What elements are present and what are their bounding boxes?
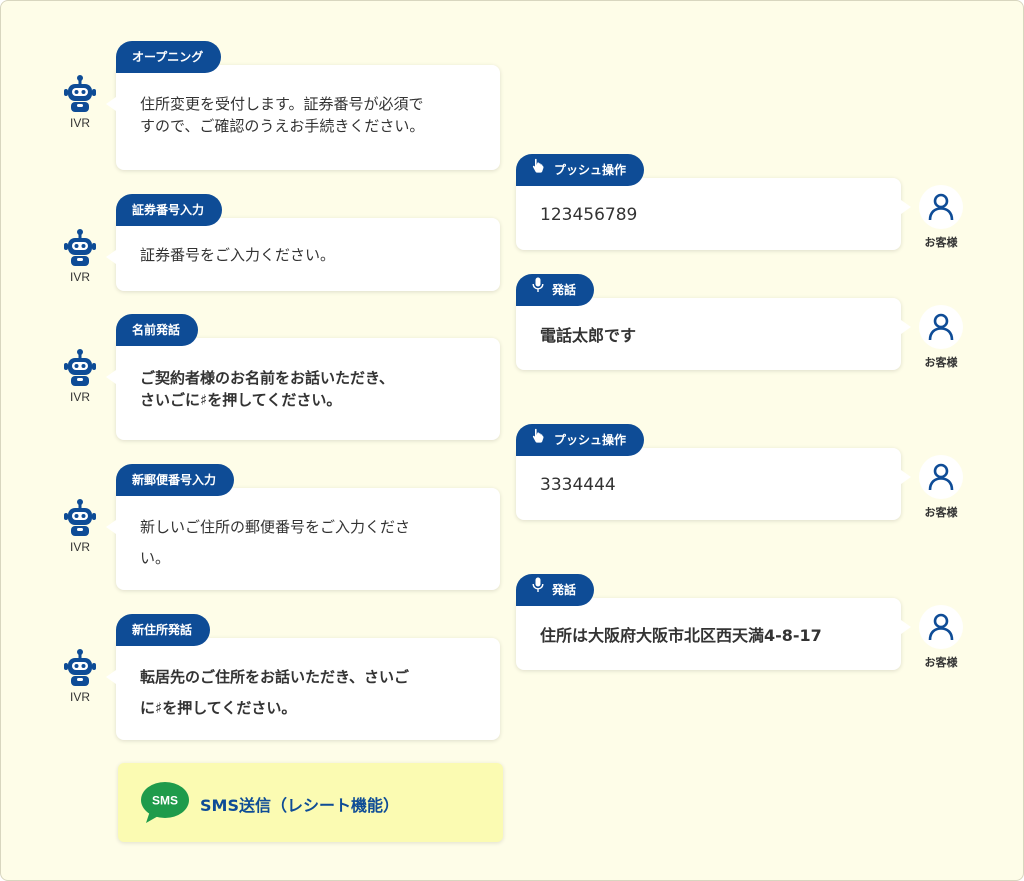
customer-label: お客様 [924, 506, 958, 519]
ivr-message-bubble: 新しいご住所の郵便番号をご入力くださ い。 [106, 488, 500, 590]
action-tag: プッシュ操作 [516, 423, 645, 456]
message-line: すので、ご確認のうえお手続きください。 [140, 117, 425, 135]
step-tag: 証券番号入力 [116, 194, 223, 226]
step-tag-label: 新郵便番号入力 [132, 473, 217, 487]
hand-pointer-icon [532, 423, 546, 455]
action-tag: 発話 [516, 573, 595, 606]
hand-pointer-icon [532, 153, 546, 185]
action-tag: プッシュ操作 [516, 153, 645, 186]
customer-response-bubble: 住所は大阪府大阪市北区西天満4-8-17 [516, 598, 911, 670]
step-tag-label: 証券番号入力 [132, 203, 205, 217]
person-icon [919, 605, 963, 649]
ivr-message-bubble: 証券番号をご入力ください。 [106, 218, 500, 291]
ivr-label: IVR [69, 270, 90, 284]
person-icon [919, 185, 963, 229]
customer-response-text: 住所は大阪府大阪市北区西天満4-8-17 [540, 626, 822, 645]
robot-icon [64, 75, 96, 112]
step-tag: 名前発話 [116, 314, 199, 346]
customer-avatar: お客様 [917, 305, 965, 370]
ivr-label: IVR [69, 116, 90, 130]
ivr-label: IVR [69, 540, 90, 554]
robot-icon [64, 349, 96, 386]
customer-response-bubble: 123456789 [516, 178, 911, 250]
person-icon [919, 305, 963, 349]
action-tag-label: 発話 [552, 583, 577, 597]
step-tag: オープニング [116, 41, 222, 73]
action-tag-label: プッシュ操作 [554, 433, 627, 447]
step-tag-label: 名前発話 [132, 323, 181, 337]
sms-bubble-icon: SMS [140, 781, 190, 829]
ivr-message-bubble: 住所変更を受付します。証券番号が必須で すので、ご確認のうえお手続きください。 [106, 65, 500, 170]
ivr-label: IVR [69, 690, 90, 704]
step-tag-label: 新住所発話 [132, 623, 193, 637]
message-line: 転居先のご住所をお話いただき、さいご [140, 668, 409, 686]
customer-response-bubble: 3334444 [516, 448, 911, 520]
ivr-robot: IVR [57, 499, 103, 554]
ivr-robot: IVR [57, 349, 103, 404]
customer-avatar: お客様 [917, 455, 965, 520]
ivr-robot: IVR [57, 649, 103, 704]
customer-response-text: 電話太郎です [540, 326, 637, 345]
flow-panel: IVR 住所変更を受付します。証券番号が必須で すので、ご確認のうえお手続きくだ… [0, 0, 1024, 881]
customer-response-text: 3334444 [540, 475, 616, 495]
customer-avatar: お客様 [917, 185, 965, 250]
action-tag-label: プッシュ操作 [554, 163, 627, 177]
ivr-robot: IVR [57, 75, 103, 130]
message-line: い。 [140, 549, 171, 567]
sms-badge-label: SMS [152, 794, 178, 808]
message-line: 証券番号をご入力ください。 [140, 246, 336, 264]
ivr-message-text: 証券番号をご入力ください。 [140, 242, 480, 269]
ivr-robot: IVR [57, 229, 103, 284]
person-icon [919, 455, 963, 499]
customer-avatar: お客様 [917, 605, 965, 670]
ivr-message-bubble: 転居先のご住所をお話いただき、さいご に♯を押してください。 [106, 638, 500, 740]
action-tag-label: 発話 [552, 283, 577, 297]
ivr-label: IVR [69, 390, 90, 404]
microphone-icon [532, 273, 544, 305]
ivr-message-text: 転居先のご住所をお話いただき、さいご に♯を押してください。 [140, 662, 480, 724]
robot-icon [64, 499, 96, 536]
customer-label: お客様 [924, 236, 958, 249]
customer-response-text: 123456789 [540, 205, 638, 225]
step-tag: 新住所発話 [116, 614, 211, 646]
microphone-icon [532, 573, 544, 605]
action-tag: 発話 [516, 273, 595, 306]
ivr-message-text: 住所変更を受付します。証券番号が必須で すので、ご確認のうえお手続きください。 [140, 91, 480, 140]
sms-receipt-box: SMS SMS送信（レシート機能） [118, 763, 503, 842]
robot-icon [64, 649, 96, 686]
ivr-message-text: ご契約者様のお名前をお話いただき、 さいごに♯を押してください。 [140, 365, 480, 414]
message-line: に♯を押してください。 [140, 699, 297, 717]
customer-response-bubble: 電話太郎です [516, 298, 911, 370]
customer-label: お客様 [924, 656, 958, 669]
sms-label: SMS送信（レシート機能） [200, 796, 399, 815]
step-tag: 新郵便番号入力 [116, 464, 235, 496]
step-tag-label: オープニング [132, 50, 204, 64]
message-line: さいごに♯を押してください。 [140, 391, 342, 409]
ivr-message-text: 新しいご住所の郵便番号をご入力くださ い。 [140, 512, 480, 574]
customer-label: お客様 [924, 356, 958, 369]
message-line: 新しいご住所の郵便番号をご入力くださ [140, 518, 411, 536]
ivr-message-bubble: ご契約者様のお名前をお話いただき、 さいごに♯を押してください。 [106, 338, 500, 440]
robot-icon [64, 229, 96, 266]
